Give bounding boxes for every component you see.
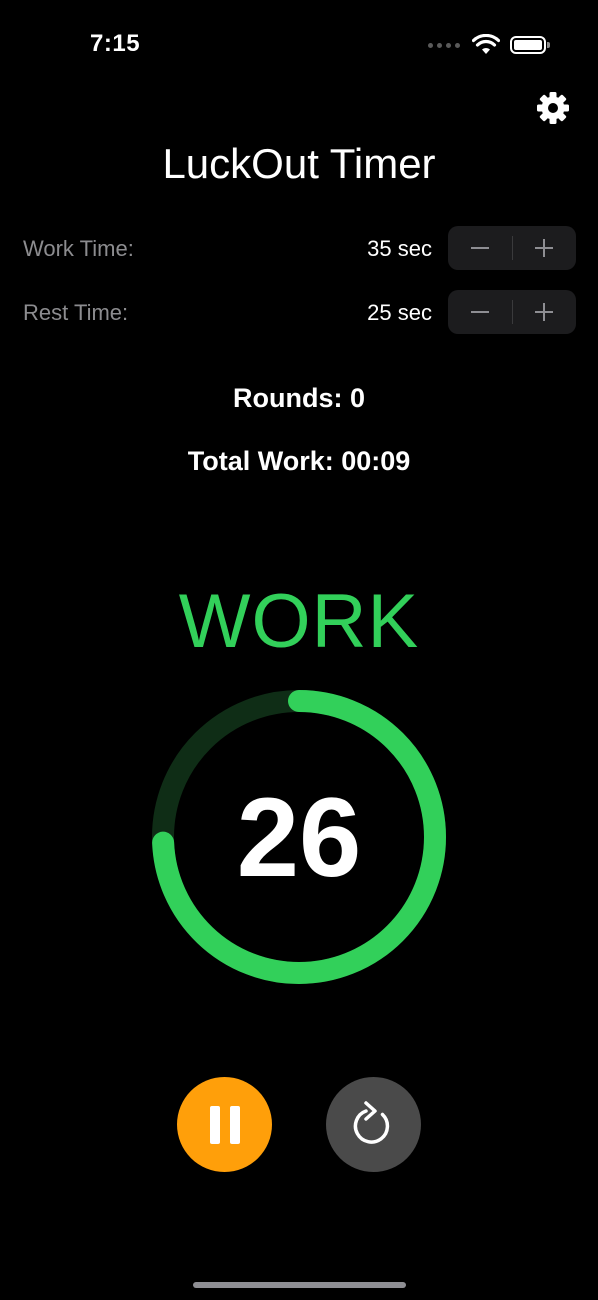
status-icons bbox=[428, 32, 550, 58]
phase-label: WORK bbox=[178, 579, 420, 664]
rest-time-decrement-button[interactable] bbox=[448, 290, 512, 334]
minus-icon bbox=[470, 247, 489, 249]
cellular-signal-icon bbox=[428, 42, 460, 48]
timer-screen: 7:15 LuckOut Timer Work Time: 35 sec Res… bbox=[0, 0, 598, 1300]
rounds-count: Rounds: 0 bbox=[233, 383, 365, 413]
status-time: 7:15 bbox=[90, 30, 141, 57]
work-time-increment-button[interactable] bbox=[513, 226, 577, 270]
pause-icon bbox=[209, 1105, 240, 1144]
reset-icon bbox=[353, 1100, 389, 1144]
work-time-decrement-button[interactable] bbox=[448, 226, 512, 270]
rest-time-row: Rest Time: 25 sec bbox=[0, 290, 598, 334]
home-indicator[interactable] bbox=[193, 1282, 406, 1288]
battery-icon bbox=[510, 36, 550, 54]
plus-icon bbox=[535, 303, 554, 321]
countdown-seconds: 26 bbox=[236, 774, 362, 900]
rest-time-stepper bbox=[448, 290, 576, 334]
total-work-time: Total Work: 00:09 bbox=[187, 446, 411, 476]
wifi-icon bbox=[472, 34, 500, 54]
work-time-stepper bbox=[448, 226, 576, 270]
work-time-row: Work Time: 35 sec bbox=[0, 226, 598, 270]
reset-button[interactable] bbox=[326, 1077, 421, 1172]
work-time-label: Work Time: bbox=[23, 236, 134, 261]
app-title: LuckOut Timer bbox=[162, 140, 436, 187]
work-time-value: 35 sec bbox=[367, 236, 432, 261]
rest-time-label: Rest Time: bbox=[23, 300, 129, 325]
pause-button[interactable] bbox=[177, 1077, 272, 1172]
rest-time-increment-button[interactable] bbox=[513, 290, 577, 334]
settings-button[interactable] bbox=[535, 90, 571, 126]
rest-time-value: 25 sec bbox=[367, 300, 432, 325]
minus-icon bbox=[470, 311, 489, 313]
gear-icon bbox=[537, 92, 569, 124]
plus-icon bbox=[535, 239, 554, 257]
